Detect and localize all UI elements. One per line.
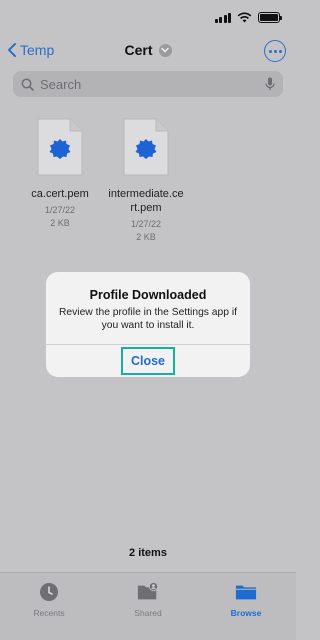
wifi-icon bbox=[237, 12, 252, 23]
certificate-file-icon bbox=[37, 118, 83, 176]
tab-label: Shared bbox=[134, 608, 162, 618]
cellular-signal-icon bbox=[214, 12, 231, 23]
microphone-icon[interactable] bbox=[265, 77, 275, 91]
chevron-down-icon bbox=[158, 43, 172, 57]
battery-icon bbox=[258, 12, 282, 23]
status-bar bbox=[0, 0, 296, 38]
file-date: 1/27/22 bbox=[130, 219, 162, 229]
search-placeholder: Search bbox=[40, 76, 82, 92]
title-menu[interactable]: Cert bbox=[0, 42, 296, 58]
file-size: 2 KB bbox=[136, 232, 156, 242]
tab-bar: Recents Shared Browse bbox=[0, 572, 296, 640]
tab-label: Browse bbox=[230, 608, 262, 618]
shared-folder-icon bbox=[137, 581, 159, 603]
item-count: 2 items bbox=[129, 547, 167, 559]
tab-label: Recents bbox=[33, 608, 65, 618]
folder-icon bbox=[235, 581, 257, 603]
alert-message: Review the profile in the Settings app i… bbox=[58, 307, 237, 331]
file-name-line2: rt.pem bbox=[130, 202, 162, 214]
file-name: intermediate.ce rt.pem bbox=[91, 187, 201, 215]
page-title: Cert bbox=[124, 42, 153, 58]
alert-title: Profile Downloaded bbox=[89, 288, 207, 302]
alert-divider bbox=[46, 344, 250, 345]
tab-shared[interactable]: Shared bbox=[108, 581, 188, 618]
clock-icon bbox=[38, 581, 60, 603]
more-options-button[interactable] bbox=[264, 40, 286, 62]
file-name-line1: intermediate.ce bbox=[108, 188, 184, 200]
close-button[interactable]: Close bbox=[121, 347, 175, 375]
certificate-file-icon bbox=[123, 118, 169, 176]
profile-downloaded-alert: Profile Downloaded Review the profile in… bbox=[46, 272, 250, 377]
search-icon bbox=[21, 78, 34, 91]
search-field[interactable]: Search bbox=[13, 71, 283, 97]
navigation-bar: Temp Cert bbox=[0, 40, 296, 66]
status-icons bbox=[214, 12, 282, 23]
tab-recents[interactable]: Recents bbox=[9, 581, 89, 618]
file-item[interactable]: intermediate.ce rt.pem 1/27/22 2 KB bbox=[91, 118, 201, 243]
tab-browse[interactable]: Browse bbox=[206, 581, 286, 618]
